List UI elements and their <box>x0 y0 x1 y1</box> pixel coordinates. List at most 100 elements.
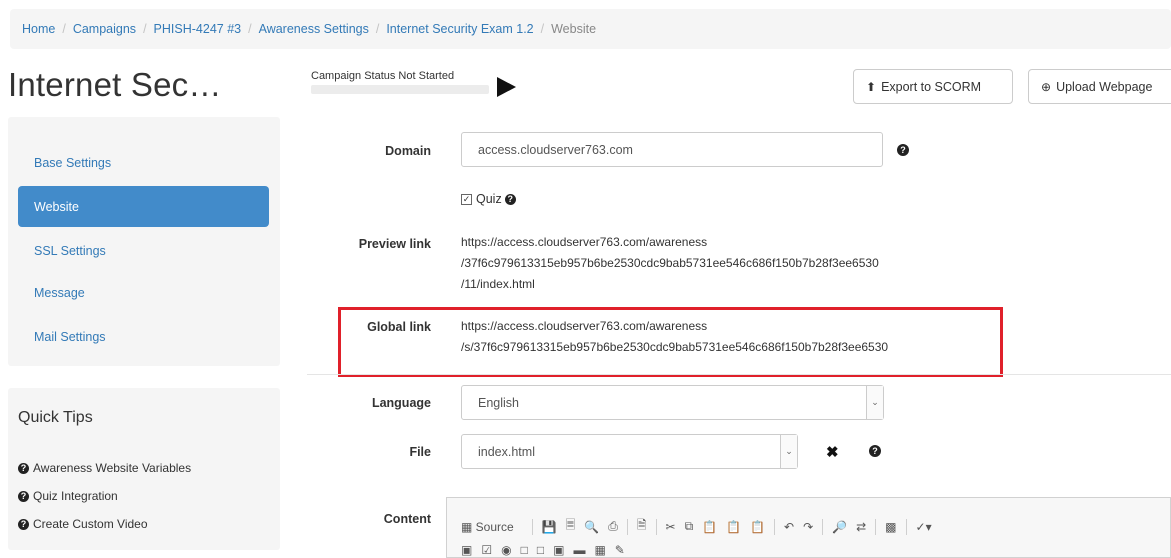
tip-quiz-integration[interactable]: ? Quiz Integration <box>18 489 118 503</box>
sidebar-item-mail-settings[interactable]: Mail Settings <box>18 316 269 357</box>
breadcrumb-separator: / <box>375 22 380 36</box>
tip-label: Awareness Website Variables <box>33 461 192 475</box>
toolbar-separator <box>531 518 533 535</box>
breadcrumb: Home / Campaigns / PHISH-4247 #3 / Aware… <box>10 9 1171 49</box>
source-button[interactable]: ▦ Source <box>461 520 523 534</box>
tip-awareness-variables[interactable]: ? Awareness Website Variables <box>18 461 191 475</box>
file-label: File <box>409 445 431 459</box>
replace-icon[interactable]: ⇄ <box>856 520 866 534</box>
find-icon[interactable]: 🔎 <box>832 520 847 534</box>
paste-word-icon[interactable]: 📋 <box>750 520 765 534</box>
section-divider <box>307 374 1171 375</box>
domain-value: access.cloudserver763.com <box>478 142 633 157</box>
preview-link-line: /37f6c979613315eb957b6be2530cdc9bab5731e… <box>461 256 879 270</box>
file-select[interactable]: index.html ⌄ <box>461 434 798 469</box>
preview-link-label: Preview link <box>358 237 431 251</box>
paste-icon[interactable]: 📋 <box>702 520 717 534</box>
question-icon: ? <box>18 518 29 530</box>
chevron-down-icon: ⌄ <box>780 435 797 468</box>
language-label: Language <box>371 396 431 410</box>
breadcrumb-separator: / <box>62 22 66 36</box>
breadcrumb-awareness-settings[interactable]: Awareness Settings <box>259 22 369 36</box>
breadcrumb-current: Website <box>551 22 597 36</box>
global-link-label: Global link <box>367 320 431 334</box>
save-icon[interactable]: 💾 <box>542 520 557 534</box>
cut-icon[interactable]: ✂ <box>666 520 676 534</box>
quiz-checkbox[interactable]: ✓ <box>461 193 472 205</box>
domain-help-icon[interactable]: ? <box>897 144 909 156</box>
delete-file-icon[interactable]: ✖ <box>826 443 839 461</box>
editor-toolbar-row-2: ▣ ☑ ◉ □ □ ▣ ▬ ▦ ✎ <box>461 543 634 557</box>
toolbar-separator <box>655 518 657 535</box>
upload-icon: ⊕ <box>1041 79 1052 94</box>
toolbar-separator <box>875 518 877 535</box>
tip-custom-video[interactable]: ? Create Custom Video <box>18 517 148 531</box>
tip-label: Quiz Integration <box>33 489 118 503</box>
textarea-icon[interactable]: □ <box>537 543 544 557</box>
language-value: English <box>478 395 519 410</box>
breadcrumb-separator: / <box>248 22 252 36</box>
toolbar-separator <box>626 518 628 535</box>
upload-webpage-label: Upload Webpage <box>1056 79 1153 94</box>
image-button-icon[interactable]: ▦ <box>594 543 605 557</box>
domain-label: Domain <box>385 144 431 158</box>
content-label: Content <box>383 512 431 526</box>
quick-tips-panel: Quick Tips ? Awareness Website Variables… <box>8 388 280 550</box>
redo-icon[interactable]: ↷ <box>803 520 813 534</box>
editor-toolbar: ▦ Source 💾 🗏 🔍 ⎙ 🗎 ✂ ⧉ 📋 📋 📋 ↶ ↷ 🔎 ⇄ ▩ ✓… <box>461 516 941 537</box>
breadcrumb-separator: / <box>540 22 545 36</box>
global-link-line: /s/37f6c979613315eb957b6be2530cdc9bab573… <box>461 340 889 354</box>
new-page-icon[interactable]: 🗏 <box>566 516 576 537</box>
file-help-icon[interactable]: ? <box>869 445 881 457</box>
hidden-field-icon[interactable]: ✎ <box>615 543 625 557</box>
campaign-status-text: Campaign Status Not Started <box>311 70 455 82</box>
copy-icon[interactable]: ⧉ <box>685 519 694 534</box>
toolbar-separator <box>822 518 824 535</box>
source-label: Source <box>475 519 514 534</box>
tip-label: Create Custom Video <box>33 517 148 531</box>
domain-input[interactable]: access.cloudserver763.com <box>461 132 883 167</box>
quick-tips-title: Quick Tips <box>18 409 93 426</box>
export-scorm-label: Export to SCORM <box>881 79 982 94</box>
export-scorm-button[interactable]: ⬆ Export to SCORM <box>853 69 1013 104</box>
upload-webpage-button[interactable]: ⊕ Upload Webpage <box>1028 69 1171 104</box>
select-icon[interactable]: ▣ <box>553 543 564 557</box>
button-icon[interactable]: ▬ <box>573 543 585 557</box>
breadcrumb-exam[interactable]: Internet Security Exam 1.2 <box>386 22 533 36</box>
breadcrumb-campaigns[interactable]: Campaigns <box>73 22 136 36</box>
content-editor[interactable]: ▦ Source 💾 🗏 🔍 ⎙ 🗎 ✂ ⧉ 📋 📋 📋 ↶ ↷ 🔎 ⇄ ▩ ✓… <box>446 497 1171 558</box>
sidebar-item-website[interactable]: Website <box>18 186 269 227</box>
language-select[interactable]: English ⌄ <box>461 385 884 420</box>
breadcrumb-home[interactable]: Home <box>22 22 55 36</box>
paste-text-icon[interactable]: 📋 <box>726 520 741 534</box>
form-icon[interactable]: ▣ <box>461 543 472 557</box>
print-icon[interactable]: ⎙ <box>608 519 618 534</box>
preview-link-value: https://access.cloudserver763.com/awaren… <box>461 232 879 295</box>
sidebar-item-base-settings[interactable]: Base Settings <box>18 142 269 183</box>
preview-icon[interactable]: 🔍 <box>584 520 599 534</box>
global-link-value: https://access.cloudserver763.com/awaren… <box>461 316 888 358</box>
toolbar-separator <box>905 518 907 535</box>
breadcrumb-separator: / <box>143 22 147 36</box>
global-link-line: https://access.cloudserver763.com/awaren… <box>461 319 708 333</box>
select-all-icon[interactable]: ▩ <box>885 520 896 534</box>
question-icon: ? <box>18 490 29 502</box>
sidebar-item-ssl-settings[interactable]: SSL Settings <box>18 230 269 271</box>
settings-sidebar: Base Settings Website SSL Settings Messa… <box>8 117 280 366</box>
preview-link-line: https://access.cloudserver763.com/awaren… <box>461 235 708 249</box>
quiz-checkbox-row[interactable]: ✓ Quiz ? <box>461 192 520 206</box>
question-icon: ? <box>18 462 29 474</box>
page-title: Internet Sec… <box>8 66 222 103</box>
play-icon[interactable] <box>497 77 516 97</box>
preview-link-line: /11/index.html <box>461 277 535 291</box>
undo-icon[interactable]: ↶ <box>784 520 794 534</box>
spellcheck-icon[interactable]: ✓▾ <box>916 520 932 534</box>
quiz-help-icon[interactable]: ? <box>504 193 516 205</box>
quiz-label: Quiz <box>476 192 502 206</box>
templates-icon[interactable]: 🗎 <box>637 516 647 537</box>
checkbox-icon[interactable]: ☑ <box>481 543 492 557</box>
radio-icon[interactable]: ◉ <box>501 543 511 557</box>
sidebar-item-message[interactable]: Message <box>18 272 269 313</box>
textfield-icon[interactable]: □ <box>521 543 528 557</box>
breadcrumb-campaign-id[interactable]: PHISH-4247 #3 <box>154 22 242 36</box>
